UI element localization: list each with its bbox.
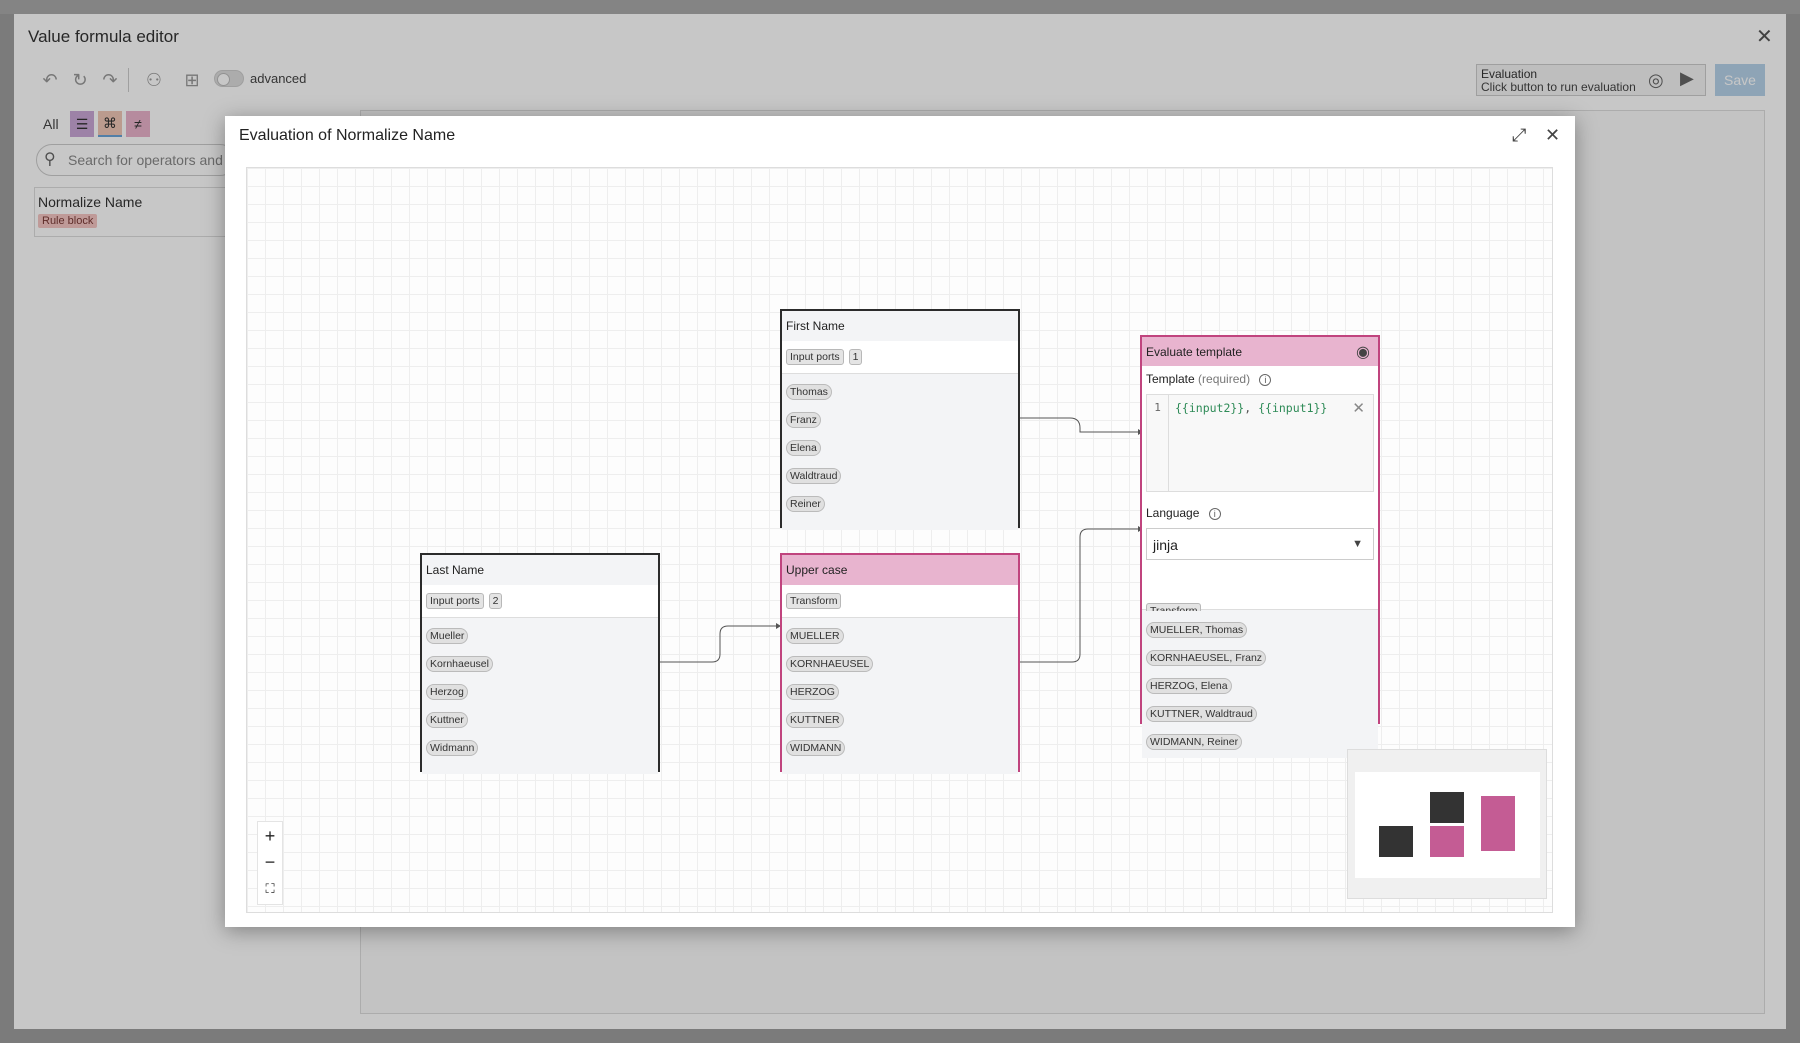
node-last-name[interactable]: Last Name Input ports 2 Mueller Kornhaeu… — [420, 553, 660, 774]
eye-icon[interactable]: ◉ — [1356, 342, 1370, 362]
line-number: 1 — [1147, 395, 1169, 491]
zoom-in-icon[interactable]: + — [257, 823, 283, 849]
value-pill: Elena — [786, 440, 821, 456]
result-list: MUELLER, Thomas KORNHAEUSEL, Franz HERZO… — [1142, 609, 1378, 758]
info-icon[interactable]: i — [1259, 373, 1272, 386]
result-pill: WIDMANN, Reiner — [1146, 734, 1243, 750]
result-pill: MUELLER, Thomas — [1146, 622, 1248, 638]
edge-upper-to-template — [1020, 528, 1138, 663]
code-input1: {{input1}} — [1258, 401, 1328, 415]
template-code[interactable]: {{input2}}, {{input1}} — [1175, 401, 1327, 415]
zoom-out-icon[interactable]: − — [257, 849, 283, 875]
value-pill: Herzog — [426, 684, 468, 700]
port-label: Input ports — [426, 593, 484, 609]
template-label-row: Template (required) i — [1146, 372, 1374, 386]
fit-view-icon[interactable]: ⛶ — [257, 876, 283, 902]
value-pill: KUTTNER — [786, 712, 844, 728]
code-input2: {{input2}} — [1175, 401, 1245, 415]
node-title: Evaluate template — [1146, 345, 1243, 359]
edge-last-name-to-upper — [660, 625, 776, 663]
value-pill: Mueller — [426, 628, 469, 644]
node-title: First Name — [782, 311, 1018, 341]
node-upper-case[interactable]: Upper case Transform MUELLER KORNHAEUSEL… — [780, 553, 1020, 774]
node-ports: Input ports 1 — [782, 341, 1018, 374]
value-pill: HERZOG — [786, 684, 839, 700]
result-pill: KORNHAEUSEL, Franz — [1146, 650, 1267, 666]
value-pill: Widmann — [426, 740, 479, 756]
value-pill: Kornhaeusel — [426, 656, 493, 672]
language-label-row: Language i — [1146, 506, 1374, 520]
value-list: Mueller Kornhaeusel Herzog Kuttner Widma… — [422, 618, 658, 774]
language-select[interactable]: jinja ▼ — [1146, 528, 1374, 560]
node-ports: Input ports 2 — [422, 585, 658, 618]
result-pill: KUTTNER, Waldtraud — [1146, 706, 1257, 722]
port-value: 1 — [848, 349, 863, 365]
language-value: jinja — [1153, 537, 1178, 553]
template-label: Template — [1146, 372, 1195, 386]
transform-tag: Transform — [1146, 603, 1202, 611]
value-pill: Waldtraud — [786, 468, 842, 484]
edge-first-name-to-template — [1020, 417, 1138, 433]
language-label: Language — [1146, 506, 1200, 520]
value-list: MUELLER KORNHAEUSEL HERZOG KUTTNER WIDMA… — [782, 618, 1018, 774]
minimap-node — [1379, 826, 1413, 857]
node-ports: Transform — [782, 585, 1018, 618]
chevron-down-icon: ▼ — [1352, 538, 1363, 550]
port-value: 2 — [488, 593, 503, 609]
minimap-node — [1430, 826, 1464, 857]
value-pill: Kuttner — [426, 712, 468, 728]
node-title: Upper case — [782, 555, 1018, 585]
required-label: (required) — [1198, 372, 1251, 386]
code-separator: , — [1244, 401, 1259, 415]
value-pill: WIDMANN — [786, 740, 846, 756]
node-title: Last Name — [422, 555, 658, 585]
node-parameters: Template (required) i 1 {{input2}}, {{in… — [1142, 366, 1378, 611]
clear-icon[interactable]: ✕ — [1352, 399, 1365, 417]
template-code-editor[interactable]: 1 {{input2}}, {{input1}} ✕ — [1146, 394, 1374, 492]
info-icon[interactable]: i — [1208, 507, 1221, 520]
transform-tag-clip: Transform — [1146, 601, 1202, 611]
port-label: Input ports — [786, 349, 844, 365]
value-pill: KORNHAEUSEL — [786, 656, 874, 672]
minimap-node — [1481, 796, 1515, 851]
minimap-node — [1430, 792, 1464, 823]
node-evaluate-template[interactable]: Evaluate template ◉ Template (required) … — [1140, 335, 1380, 758]
result-pill: HERZOG, Elena — [1146, 678, 1232, 694]
node-header: Evaluate template ◉ — [1142, 337, 1378, 366]
value-pill: Reiner — [786, 496, 825, 512]
value-pill: Franz — [786, 412, 821, 428]
value-pill: Thomas — [786, 384, 832, 400]
value-list: Thomas Franz Elena Waldtraud Reiner — [782, 374, 1018, 530]
transform-tag: Transform — [786, 593, 842, 609]
node-first-name[interactable]: First Name Input ports 1 Thomas Franz El… — [780, 309, 1020, 530]
value-pill: MUELLER — [786, 628, 844, 644]
